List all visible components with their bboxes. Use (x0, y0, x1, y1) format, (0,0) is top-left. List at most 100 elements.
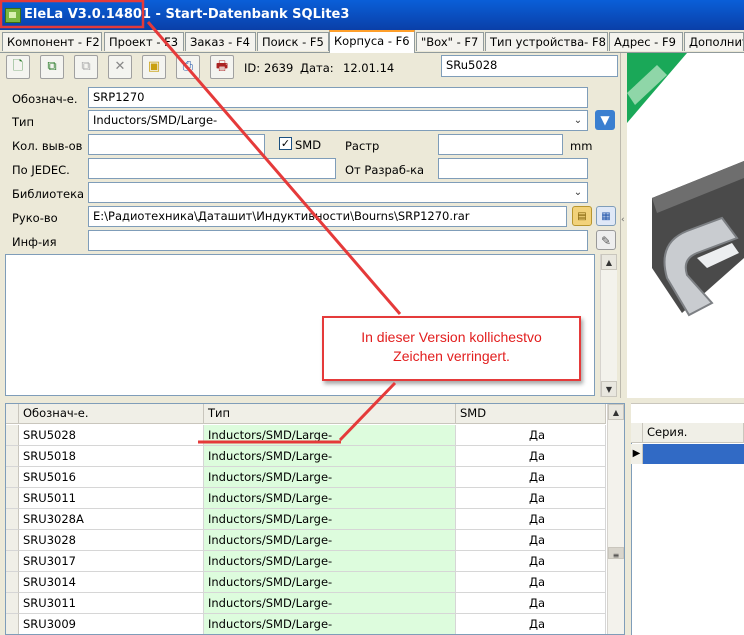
cell-smd[interactable]: Да (456, 551, 606, 572)
table-row[interactable]: SRU3028 Inductors/SMD/Large- Да (6, 530, 606, 551)
table-row[interactable]: SRU5018 Inductors/SMD/Large- Да (6, 446, 606, 467)
chevron-down-icon[interactable]: ⌄ (570, 112, 586, 129)
smd-checkbox[interactable]: ✓ (279, 137, 292, 150)
copy-disabled-button[interactable]: ⧉ (74, 55, 98, 79)
cell-type[interactable]: Inductors/SMD/Large- (204, 530, 456, 551)
pins-field[interactable] (88, 134, 265, 155)
name-field-value: SRu5028 (446, 58, 498, 72)
library-combo[interactable]: ⌄ (88, 182, 588, 203)
manual-label: Руко-во (12, 211, 58, 225)
id-label: ID: (244, 61, 261, 75)
table-row[interactable]: SRU3028A Inductors/SMD/Large- Да (6, 509, 606, 530)
scroll-up-icon[interactable]: ▲ (601, 254, 617, 270)
cell-smd[interactable]: Да (456, 593, 606, 614)
chevron-down-icon[interactable]: ⌄ (570, 184, 586, 201)
table-row[interactable]: SRU3011 Inductors/SMD/Large- Да (6, 593, 606, 614)
table-row[interactable]: SRU5028 Inductors/SMD/Large- Да (6, 425, 606, 446)
row-indicator (6, 467, 19, 488)
collapse-arrow-icon[interactable]: ‹ (621, 215, 625, 225)
selected-series-row[interactable] (643, 444, 744, 464)
print-preview-button[interactable]: 🖶 (210, 55, 234, 79)
cell-smd[interactable]: Да (456, 488, 606, 509)
series-indicator-header (631, 423, 643, 443)
print-button[interactable]: ⎙ (176, 55, 200, 79)
memo-scrollbar[interactable]: ▲ ▼ (600, 254, 617, 397)
new-record-button[interactable]: 🗋 (6, 55, 30, 79)
cell-designation[interactable]: SRU5011 (19, 488, 204, 509)
cell-designation[interactable]: SRU3028A (19, 509, 204, 530)
cell-type[interactable]: Inductors/SMD/Large- (204, 488, 456, 509)
cell-smd[interactable]: Да (456, 467, 606, 488)
jedec-field[interactable] (88, 158, 336, 179)
vertical-splitter[interactable]: ‹ (620, 53, 627, 398)
tab-component[interactable]: Компонент - F2 (2, 32, 102, 51)
cell-type[interactable]: Inductors/SMD/Large- (204, 614, 456, 634)
cell-type[interactable]: Inductors/SMD/Large- (204, 509, 456, 530)
type-label: Тип (12, 115, 35, 129)
cell-type[interactable]: Inductors/SMD/Large- (204, 551, 456, 572)
cell-type[interactable]: Inductors/SMD/Large- (204, 446, 456, 467)
pitch-label: Растр (345, 139, 380, 153)
series-grid[interactable]: Серия. ▶ (631, 403, 744, 635)
cell-type[interactable]: Inductors/SMD/Large- (204, 425, 456, 446)
grid-scrollbar[interactable]: ▲ ≡ (607, 404, 624, 634)
cell-designation[interactable]: SRU3011 (19, 593, 204, 614)
cell-smd[interactable]: Да (456, 425, 606, 446)
cell-designation[interactable]: SRU5028 (19, 425, 204, 446)
column-header-type[interactable]: Тип (204, 404, 456, 424)
developer-field[interactable] (438, 158, 588, 179)
tab-additional[interactable]: Дополнит (684, 32, 744, 51)
type-combo[interactable]: Inductors/SMD/Large- ⌄ (88, 110, 588, 131)
cell-designation[interactable]: SRU3017 (19, 551, 204, 572)
edit-pencil-icon[interactable]: ✎ (596, 230, 616, 250)
open-folder-icon[interactable]: ▤ (572, 206, 592, 226)
tab-packages[interactable]: Корпуса - F6 (329, 30, 415, 53)
tab-box[interactable]: "Box" - F7 (416, 32, 484, 51)
packages-grid[interactable]: Обознач-е. Тип SMD SRU5028 Inductors/SMD/… (5, 403, 625, 635)
series-grid-top (631, 403, 744, 424)
scroll-up-icon[interactable]: ▲ (608, 404, 624, 420)
cell-smd[interactable]: Да (456, 446, 606, 467)
cell-smd[interactable]: Да (456, 530, 606, 551)
cell-designation[interactable]: SRU3009 (19, 614, 204, 634)
designation-field[interactable]: SRP1270 (88, 87, 588, 108)
delete-button[interactable]: ✕ (108, 55, 132, 79)
cell-designation[interactable]: SRU5016 (19, 467, 204, 488)
copy-record-button[interactable]: ⧉ (40, 55, 64, 79)
column-header-smd[interactable]: SMD (456, 404, 606, 424)
table-row[interactable]: SRU5011 Inductors/SMD/Large- Да (6, 488, 606, 509)
column-header-designation[interactable]: Обознач-е. (19, 404, 204, 424)
cell-type[interactable]: Inductors/SMD/Large- (204, 572, 456, 593)
column-header-series[interactable]: Серия. (643, 423, 744, 443)
tab-address[interactable]: Адрес - F9 (609, 32, 683, 51)
tab-project[interactable]: Проект - F3 (104, 32, 184, 51)
view-document-icon[interactable]: ▦ (596, 206, 616, 226)
cell-type[interactable]: Inductors/SMD/Large- (204, 467, 456, 488)
info-field[interactable] (88, 230, 588, 251)
tab-label: "Box" - F7 (421, 35, 479, 49)
table-row[interactable]: SRU3017 Inductors/SMD/Large- Да (6, 551, 606, 572)
cell-designation[interactable]: SRU5018 (19, 446, 204, 467)
tab-device-type[interactable]: Тип устройства- F8 (485, 32, 608, 51)
manual-field[interactable]: E:\Радиотехника\Даташит\Индуктивности\Bo… (88, 206, 567, 227)
scroll-down-icon[interactable]: ▼ (601, 381, 617, 397)
pins-label: Кол. выв-ов (12, 139, 83, 153)
cell-type[interactable]: Inductors/SMD/Large- (204, 593, 456, 614)
cell-designation[interactable]: SRU3028 (19, 530, 204, 551)
table-row[interactable]: SRU3014 Inductors/SMD/Large- Да (6, 572, 606, 593)
cell-smd[interactable]: Да (456, 509, 606, 530)
table-row[interactable]: SRU5016 Inductors/SMD/Large- Да (6, 467, 606, 488)
cell-smd[interactable]: Да (456, 614, 606, 634)
scroll-thumb[interactable]: ≡ (608, 547, 624, 560)
pitch-field[interactable] (438, 134, 563, 155)
table-row[interactable]: SRU3009 Inductors/SMD/Large- Да (6, 614, 606, 634)
save-button[interactable]: ▣ (142, 55, 166, 79)
tab-order[interactable]: Заказ - F4 (185, 32, 256, 51)
name-field[interactable]: SRu5028 (441, 55, 618, 77)
tab-search[interactable]: Поиск - F5 (257, 32, 329, 51)
filter-icon[interactable]: ▼ (595, 110, 615, 130)
cell-smd[interactable]: Да (456, 572, 606, 593)
current-row-arrow-icon: ▶ (631, 444, 643, 464)
copy-disabled-icon: ⧉ (81, 59, 91, 74)
cell-designation[interactable]: SRU3014 (19, 572, 204, 593)
